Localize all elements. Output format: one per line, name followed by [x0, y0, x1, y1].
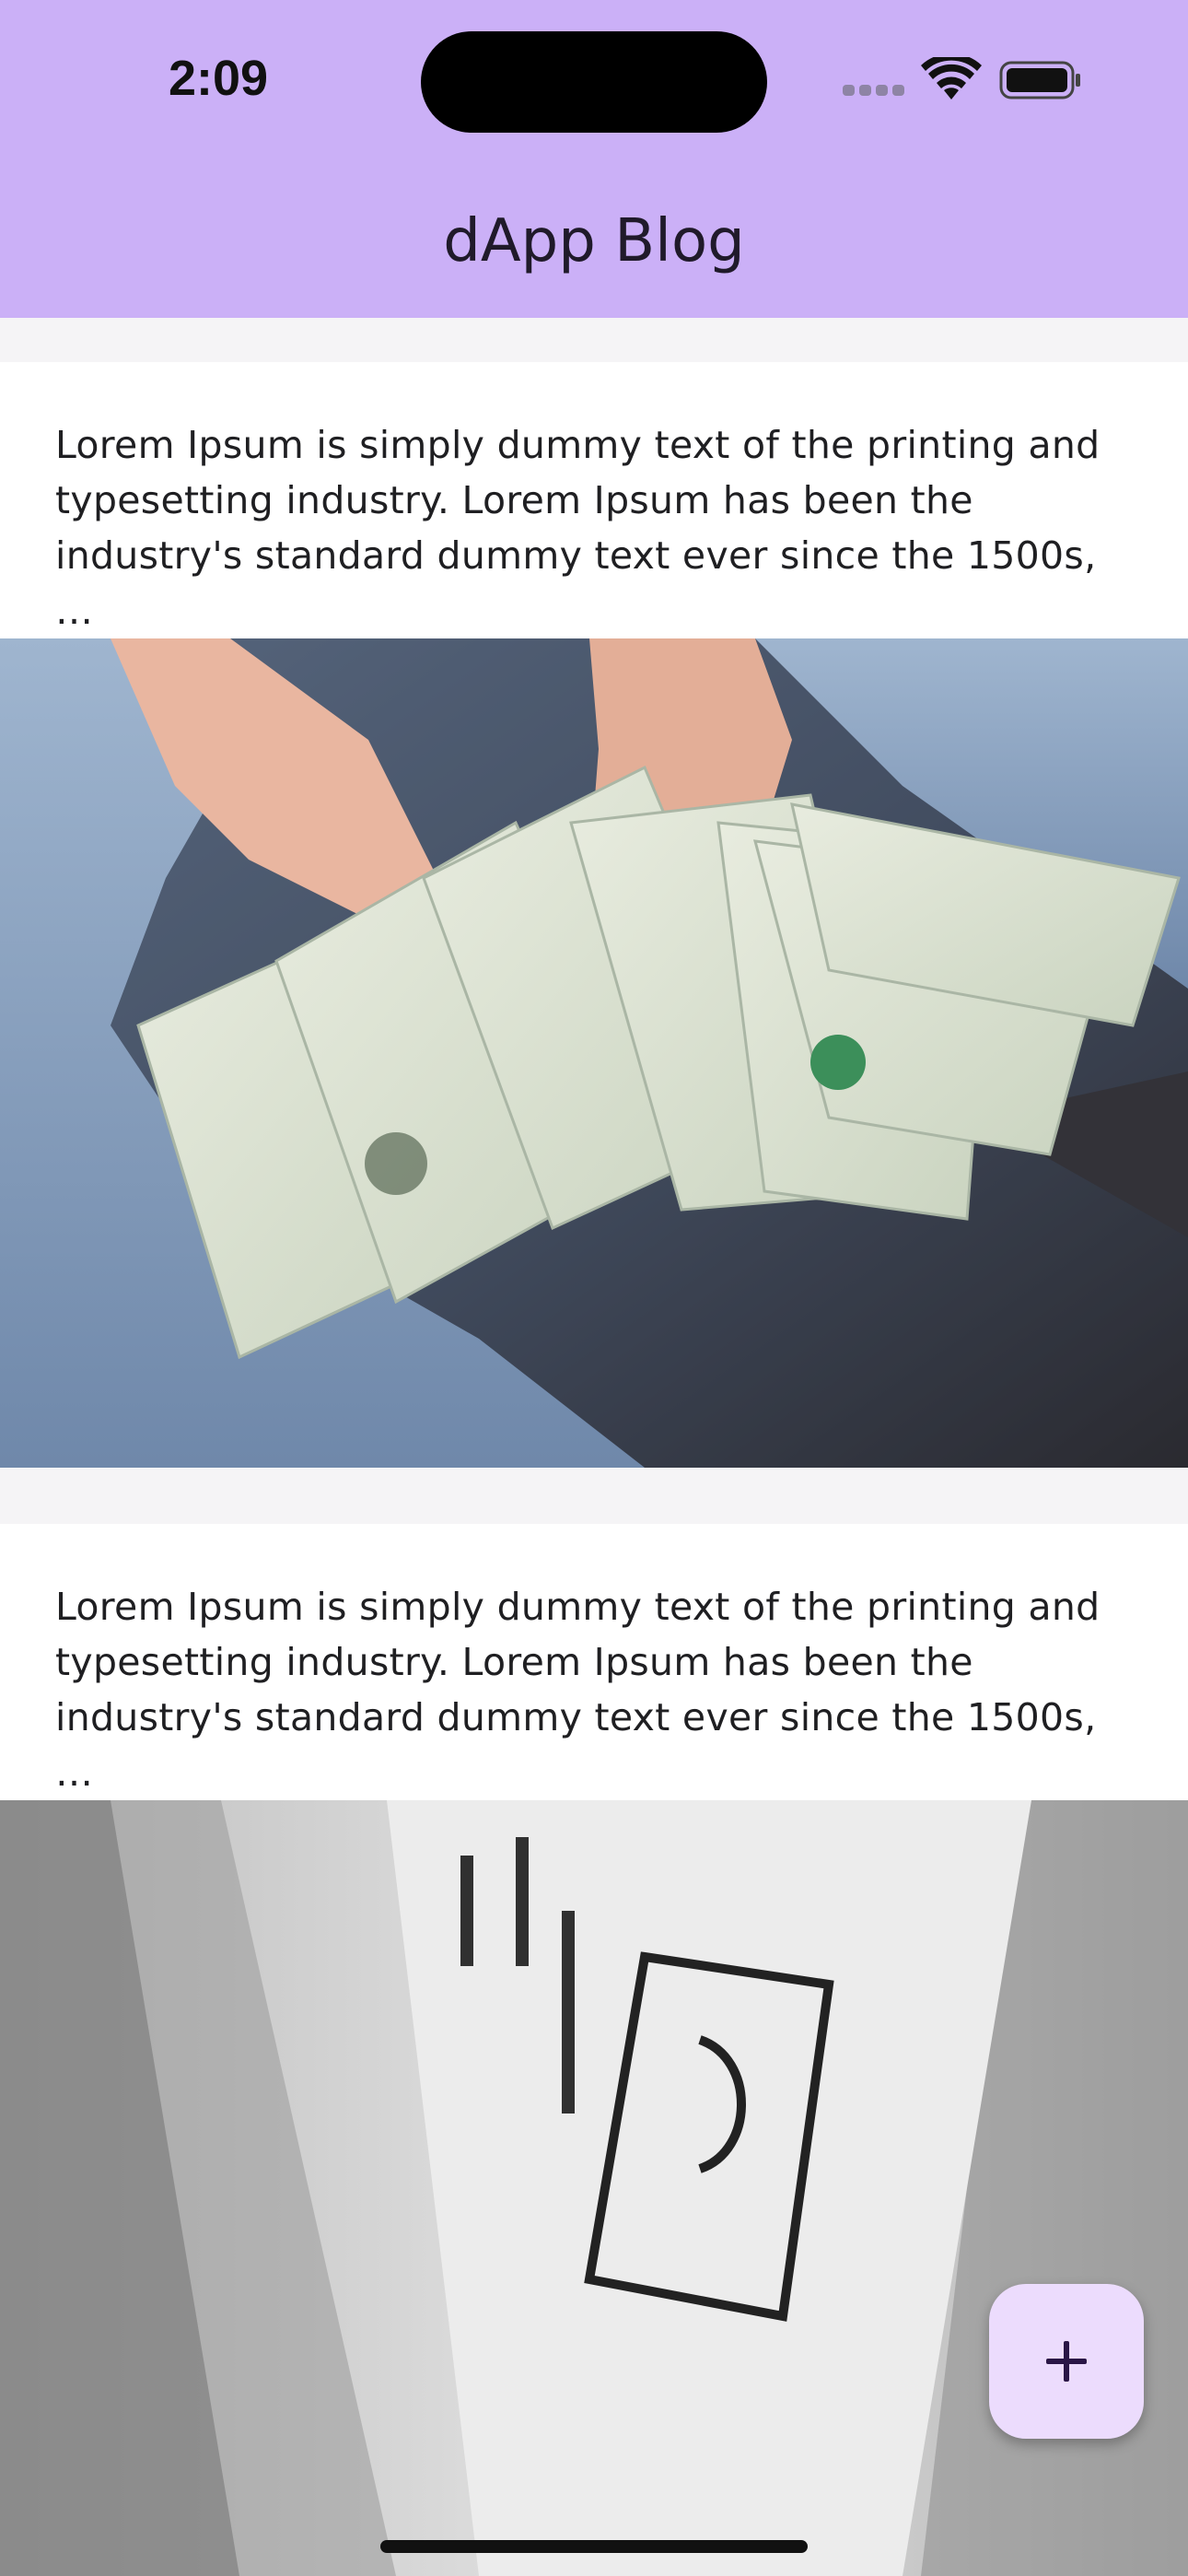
battery-icon	[999, 61, 1080, 100]
plus-icon	[1046, 2341, 1087, 2382]
page-title: dApp Blog	[443, 207, 745, 275]
hands-holding-dollar-bills-photo	[0, 638, 1188, 1468]
wifi-icon	[921, 57, 982, 100]
blog-post-card[interactable]: Lorem Ipsum is simply dummy text of the …	[0, 362, 1188, 1468]
cellular-signal-icon	[843, 85, 905, 98]
home-indicator	[380, 2540, 808, 2553]
post-text: Lorem Ipsum is simply dummy text of the …	[55, 1585, 1101, 1795]
hundred-dollar-bill-closeup-photo	[0, 1800, 1188, 2576]
add-post-button[interactable]	[989, 2284, 1144, 2439]
status-time: 2:09	[169, 51, 269, 106]
dynamic-island	[421, 31, 767, 133]
app-bar: 2:09 dApp Blog	[0, 0, 1188, 318]
post-text: Lorem Ipsum is simply dummy text of the …	[55, 423, 1101, 633]
